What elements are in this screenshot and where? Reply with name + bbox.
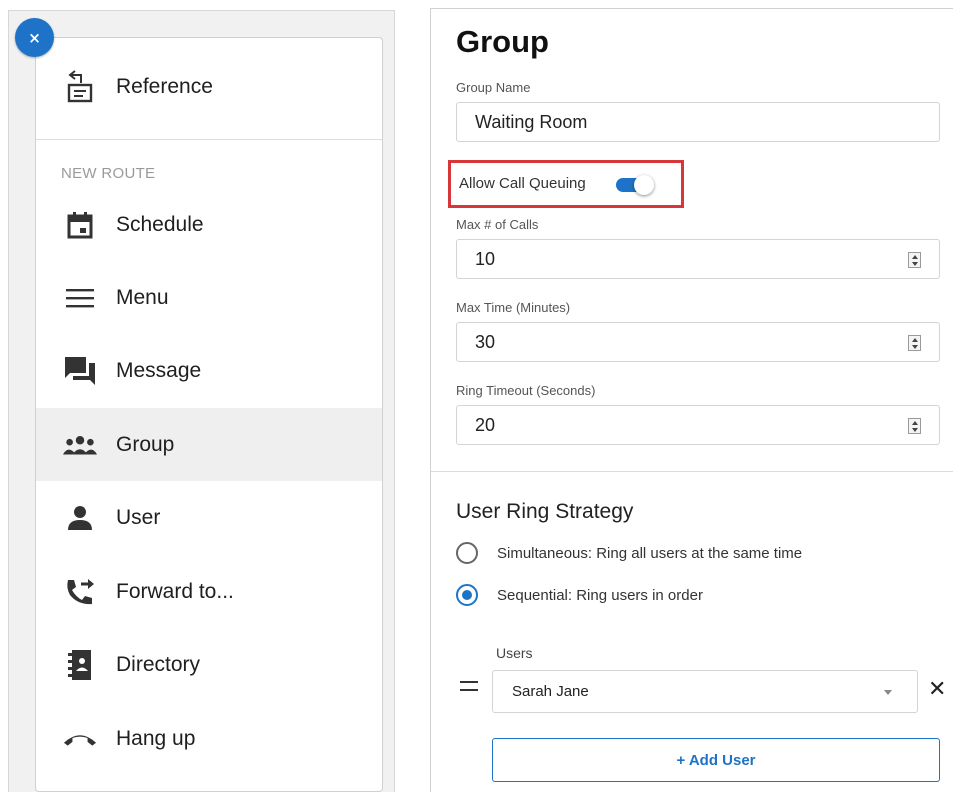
add-user-label: + Add User — [676, 751, 756, 769]
message-icon — [63, 356, 97, 386]
max-time-stepper[interactable] — [908, 335, 921, 351]
max-time-input[interactable]: 30 — [456, 322, 940, 362]
calendar-icon — [63, 210, 97, 240]
sidebar-item-group[interactable]: Group — [36, 408, 382, 481]
sidebar-item-schedule[interactable]: Schedule — [36, 188, 382, 261]
max-time-value: 30 — [475, 331, 496, 352]
sidebar-item-hang-up[interactable]: Hang up — [36, 702, 382, 775]
stepper-up-icon[interactable] — [911, 420, 918, 425]
sidebar-item-menu[interactable]: Menu — [36, 261, 382, 334]
allow-call-queuing-label: Allow Call Queuing — [459, 175, 586, 192]
reference-item[interactable]: Reference — [36, 38, 382, 140]
drag-handle-icon[interactable] — [460, 681, 478, 691]
users-label: Users — [496, 645, 533, 661]
stepper-down-icon[interactable] — [911, 261, 918, 266]
sidebar-item-label: Menu — [116, 285, 169, 309]
section-divider — [431, 471, 953, 472]
sidebar-item-message[interactable]: Message — [36, 334, 382, 407]
ring-strategy-title: User Ring Strategy — [456, 500, 634, 523]
close-icon: × — [28, 28, 41, 47]
ring-timeout-value: 20 — [475, 414, 496, 435]
max-calls-input[interactable]: 10 — [456, 239, 940, 279]
sidebar-item-label: Schedule — [116, 212, 204, 236]
radio-checked-icon[interactable] — [456, 584, 478, 606]
max-time-label: Max Time (Minutes) — [456, 300, 571, 315]
group-name-input[interactable]: Waiting Room — [456, 102, 940, 142]
hang-up-icon — [63, 724, 97, 754]
group-icon — [63, 430, 97, 460]
toggle-knob — [634, 175, 654, 195]
remove-user-icon[interactable]: ✕ — [928, 679, 946, 701]
sidebar-item-user[interactable]: User — [36, 481, 382, 554]
stepper-down-icon[interactable] — [911, 344, 918, 349]
stepper-up-icon[interactable] — [911, 337, 918, 342]
sidebar-item-label: Hang up — [116, 726, 196, 750]
user-icon — [63, 503, 97, 533]
max-calls-label: Max # of Calls — [456, 217, 539, 232]
max-calls-value: 10 — [475, 248, 496, 269]
menu-icon — [63, 283, 97, 313]
strategy-option-label: Simultaneous: Ring all users at the same… — [497, 544, 803, 562]
radio-unchecked-icon[interactable] — [456, 542, 478, 564]
ring-timeout-stepper[interactable] — [908, 418, 921, 434]
stepper-down-icon[interactable] — [911, 427, 918, 432]
group-name-label: Group Name — [456, 80, 531, 95]
ring-timeout-input[interactable]: 20 — [456, 405, 940, 445]
sidebar-item-label: Forward to... — [116, 579, 234, 603]
page-title: Group — [456, 24, 549, 59]
strategy-option-label: Sequential: Ring users in order — [497, 586, 703, 604]
new-route-section-label: NEW ROUTE — [61, 165, 156, 182]
stepper-up-icon[interactable] — [911, 254, 918, 259]
ring-timeout-label: Ring Timeout (Seconds) — [456, 383, 596, 398]
max-calls-stepper[interactable] — [908, 252, 921, 268]
call-queuing-highlight: Allow Call Queuing — [448, 160, 684, 208]
sidebar-item-forward[interactable]: Forward to... — [36, 555, 382, 628]
chevron-down-icon — [884, 690, 892, 695]
group-name-value: Waiting Room — [475, 111, 588, 132]
close-button[interactable]: × — [15, 18, 54, 57]
selected-user: Sarah Jane — [512, 683, 589, 700]
user-select[interactable]: Sarah Jane — [492, 670, 918, 713]
reference-icon — [63, 70, 97, 103]
sidebar-item-label: User — [116, 505, 161, 529]
directory-icon — [63, 649, 97, 680]
reference-label: Reference — [116, 75, 213, 98]
allow-call-queuing-toggle[interactable] — [616, 175, 656, 195]
route-options-card: Reference NEW ROUTE Schedule Menu Messag… — [35, 37, 383, 792]
forward-call-icon — [63, 577, 97, 607]
sidebar-item-label: Message — [116, 358, 202, 382]
sidebar-item-label: Group — [116, 432, 175, 456]
sidebar-item-directory[interactable]: Directory — [36, 628, 382, 701]
add-user-button[interactable]: + Add User — [492, 738, 940, 782]
sidebar-item-label: Directory — [116, 652, 201, 676]
